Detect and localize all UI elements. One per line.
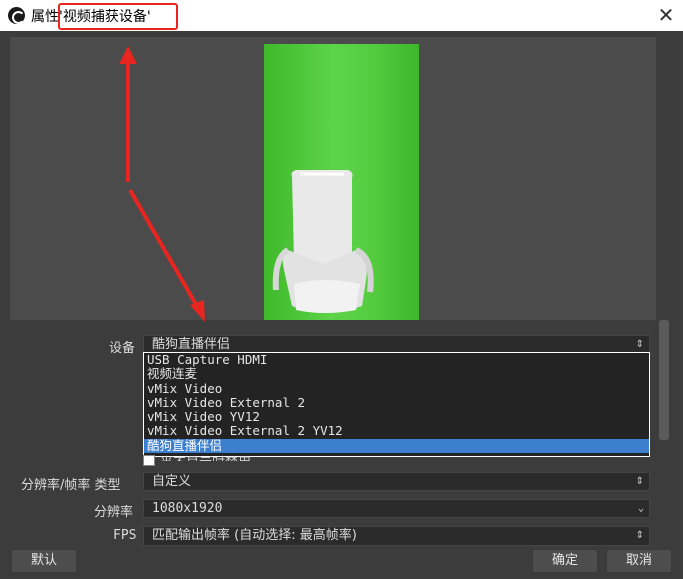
updown-icon: ⇕ [635, 530, 644, 541]
list-item[interactable]: USB Capture HDMI [144, 353, 649, 367]
res-type-label: 分辨率/帧率 类型 [21, 478, 121, 493]
list-item[interactable]: 视频连麦 [144, 367, 649, 381]
list-item-selected[interactable]: 酷狗直播伴侣 [144, 438, 649, 454]
ok-button[interactable]: 确定 [532, 549, 598, 573]
list-item[interactable]: vMix Video [144, 381, 649, 396]
defaults-button[interactable]: 默认 [11, 549, 77, 573]
deactivate-label: 当不显示时禁用 [160, 452, 251, 461]
list-item[interactable]: vMix Video External 2 [144, 395, 649, 410]
fps-select[interactable]: 匹配输出帧率 (自动选择: 最高帧率) ⇕ [143, 526, 650, 546]
properties-scrollbar[interactable] [659, 320, 669, 440]
fps-label: FPS [113, 528, 137, 543]
list-item[interactable]: vMix Video External 2 YV12 [144, 424, 649, 438]
res-type-select[interactable]: 自定义 ⇕ [143, 472, 650, 491]
device-dropdown-list[interactable]: USB Capture HDMI 视频连麦 vMix Video vMix Vi… [143, 352, 650, 457]
list-item[interactable]: vMix Video YV12 [144, 410, 649, 424]
cancel-button[interactable]: 取消 [606, 549, 672, 573]
updown-icon: ⇕ [635, 476, 644, 487]
deactivate-checkbox[interactable] [143, 455, 155, 466]
device-label: 设备 [109, 341, 136, 356]
resolution-select[interactable]: 1080x1920 ⌄ [143, 499, 650, 518]
updown-icon: ⇕ [635, 339, 644, 350]
resolution-label: 分辨率 [94, 505, 134, 520]
chevron-down-icon: ⌄ [637, 503, 644, 514]
